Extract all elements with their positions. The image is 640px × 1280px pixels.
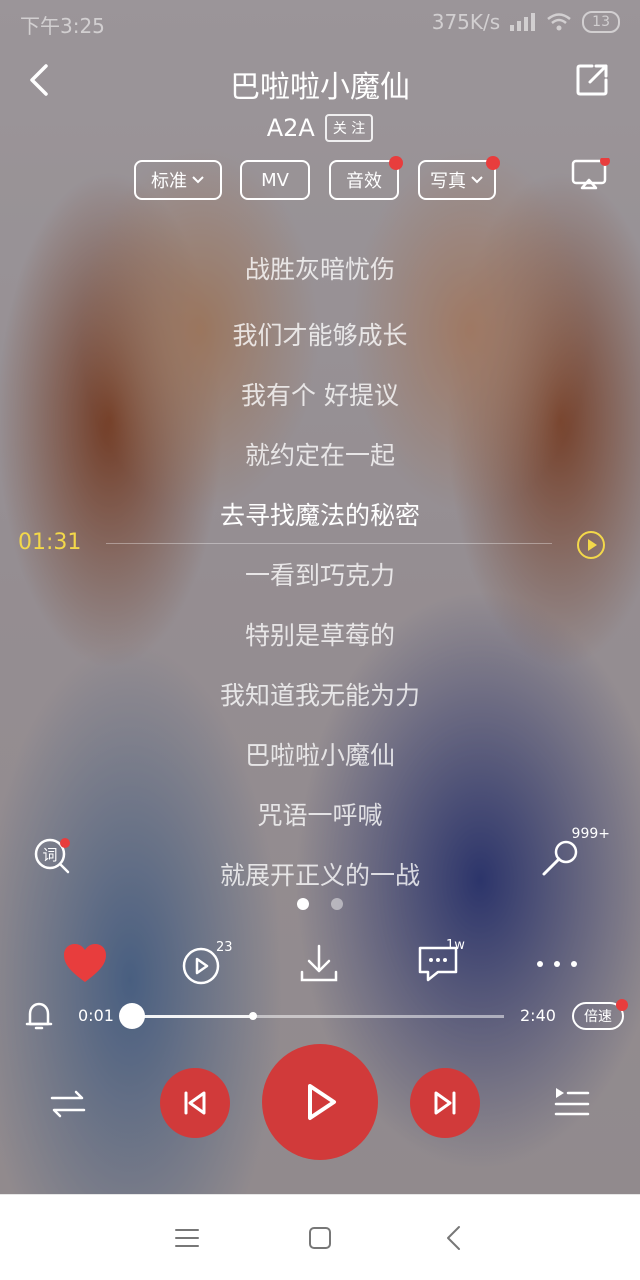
progress-row: 0:01 2:40 倍速 <box>0 999 640 1034</box>
comment-count: 1w <box>446 938 465 953</box>
mv-label: MV <box>261 169 289 191</box>
lyric-line: 就约定在一起 <box>244 441 395 470</box>
previous-icon <box>184 1091 206 1115</box>
status-indicators: 375K/s 13 <box>432 10 620 34</box>
sleep-timer-icon[interactable] <box>24 1000 54 1032</box>
tag-row: 标准 MV 音效 写真 <box>0 156 640 202</box>
artist-row: A2A 关 注 <box>0 114 640 142</box>
download-icon[interactable] <box>294 940 344 988</box>
artist-name[interactable]: A2A <box>267 114 315 142</box>
home-icon[interactable] <box>303 1221 337 1255</box>
song-title: 巴啦啦小魔仙 <box>230 70 410 105</box>
heart-icon[interactable] <box>60 940 110 988</box>
speed-label: 倍速 <box>584 1009 612 1025</box>
timeline-line <box>106 543 552 544</box>
lyric-line: 咒语一呼喊 <box>257 801 383 830</box>
battery-indicator: 13 <box>582 11 620 33</box>
lyric-line: 一看到巧克力 <box>244 561 395 590</box>
playlist-icon[interactable] <box>552 1084 592 1124</box>
buffered-bar <box>130 1015 254 1018</box>
next-icon <box>434 1091 456 1115</box>
previous-button[interactable] <box>160 1068 230 1138</box>
lyric-line: 我有个 好提议 <box>241 381 399 410</box>
total-time: 2:40 <box>520 1006 556 1025</box>
follow-button[interactable]: 关 注 <box>324 114 374 142</box>
network-speed: 375K/s <box>431 10 501 34</box>
lyric-search-icon[interactable]: 词 <box>32 836 72 876</box>
system-nav-bar <box>0 1194 640 1280</box>
status-time: 下午3:25 <box>20 14 105 38</box>
play-mode-icon[interactable] <box>48 1086 88 1122</box>
photo-label: 写真 <box>430 171 466 192</box>
progress-thumb[interactable] <box>119 1003 146 1029</box>
share-icon[interactable] <box>574 62 610 98</box>
quality-tag[interactable]: 标准 <box>134 160 222 200</box>
new-badge <box>389 156 403 170</box>
lyric-line-current: 去寻找魔法的秘密 <box>219 501 420 530</box>
lyric-line: 我知道我无能为力 <box>219 681 420 710</box>
svg-text:词: 词 <box>42 846 57 864</box>
status-bar: 下午3:25 375K/s 13 <box>0 0 640 44</box>
chevron-down-icon <box>192 176 204 184</box>
signal-icon <box>510 13 536 31</box>
sound-effect-tag[interactable]: 音效 <box>329 156 403 200</box>
karaoke-count: 999+ <box>571 826 610 842</box>
page-dot-active <box>297 898 309 910</box>
cast-icon[interactable] <box>570 158 610 194</box>
page-dot <box>331 898 343 910</box>
play-button[interactable] <box>262 1044 378 1160</box>
chevron-down-icon <box>471 176 483 184</box>
speed-button[interactable]: 倍速 <box>572 999 628 1030</box>
quality-label: 标准 <box>151 171 187 192</box>
lyric-line: 巴啦啦小魔仙 <box>244 741 395 770</box>
sound-effect-label: 音效 <box>346 171 382 192</box>
back-nav-icon[interactable] <box>438 1221 472 1255</box>
next-button[interactable] <box>410 1068 480 1138</box>
play-icon <box>308 1084 336 1120</box>
new-badge <box>616 999 628 1011</box>
progress-track[interactable] <box>119 1003 504 1029</box>
current-time: 0:01 <box>78 1006 114 1025</box>
lyric-timeline: 01:31 <box>0 530 640 560</box>
menu-icon[interactable] <box>170 1221 204 1255</box>
photo-tag[interactable]: 写真 <box>418 156 500 200</box>
wifi-icon <box>547 13 571 31</box>
play-from-here-icon[interactable] <box>576 530 606 560</box>
lyric-line: 特别是草莓的 <box>244 621 395 650</box>
new-badge <box>486 156 500 170</box>
buffer-marker <box>249 1012 258 1020</box>
page-indicator <box>0 898 640 910</box>
lyric-line: 战胜灰暗忧伤 <box>244 255 395 284</box>
mv-tag[interactable]: MV <box>240 160 310 200</box>
lyric-time: 01:31 <box>18 530 82 555</box>
karaoke-mic-icon[interactable] <box>538 836 582 880</box>
player-background: 下午3:25 375K/s 13 巴啦啦小魔仙 A2A 关 注 标准 MV 音效… <box>0 0 640 1194</box>
share-count: 23 <box>216 940 233 955</box>
more-icon[interactable] <box>532 940 582 988</box>
lyric-line: 我们才能够成长 <box>232 321 408 350</box>
